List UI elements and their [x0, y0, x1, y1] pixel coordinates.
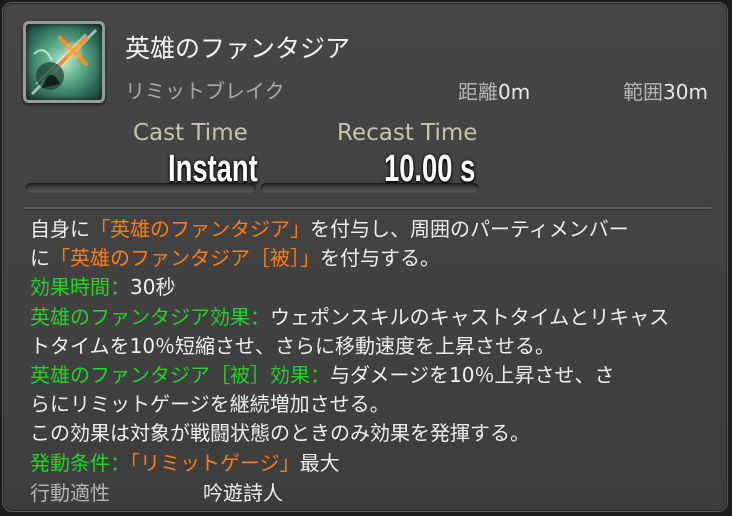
description-line: 効果時間：30秒 [30, 273, 720, 302]
description-line: トタイムを10％短縮させ、さらに移動速度を上昇させる。 [30, 332, 720, 361]
action-tooltip: 英雄のファンタジア リミットブレイク 距離0m 範囲30m Cast Time … [2, 2, 728, 512]
recast-time-bar [261, 183, 479, 193]
action-description: 自身に「英雄のファンタジア」を付与し、周囲のパーティメンバー に「英雄のファンタ… [30, 215, 720, 478]
divider [23, 207, 711, 210]
class-job-label: 行動適性 [30, 481, 110, 505]
recast-time-label: Recast Time [337, 120, 478, 146]
class-job-value: 吟遊詩人 [203, 481, 283, 505]
text: 最大 [299, 450, 340, 475]
text: 自身に [30, 217, 90, 241]
text: 与ダメージを10％上昇させ、さ [330, 362, 615, 387]
action-category: リミットブレイク [125, 79, 285, 103]
description-line: 英雄のファンタジア効果：ウェポンスキルのキャストタイムとリキャス [30, 303, 720, 332]
duration-label: 効果時間： [30, 275, 130, 300]
text: を付与する。 [320, 246, 440, 271]
description-line: 発動条件：「リミットゲージ」最大 [30, 449, 720, 478]
text: この効果は対象が戦闘状態のときのみ効果を発揮する。 [30, 421, 530, 446]
range-value: 0m [498, 80, 531, 104]
radius-stat: 範囲30m [623, 76, 708, 105]
effect-label: 英雄のファンタジア効果： [30, 304, 270, 329]
status-name-highlight: 「英雄のファンタジア［被］」 [50, 246, 320, 271]
range-stat: 距離0m [458, 76, 530, 105]
status-name-highlight: 「英雄のファンタジア」 [90, 217, 310, 241]
text: に [30, 246, 50, 271]
description-line: らにリミットゲージを継続増加させる。 [30, 390, 720, 419]
text: トタイムを10％短縮させ、さらに移動速度を上昇させる。 [30, 333, 556, 358]
text: らにリミットゲージを継続増加させる。 [30, 392, 390, 417]
text: ウェポンスキルのキャストタイムとリキャス [270, 304, 670, 329]
condition-label: 発動条件： [30, 450, 130, 475]
range-label: 距離 [458, 80, 498, 104]
cast-time-bar [26, 183, 256, 193]
radius-label: 範囲 [623, 80, 663, 104]
action-name: 英雄のファンタジア [125, 34, 351, 63]
duration-value: 30秒 [130, 275, 176, 300]
effect-label: 英雄のファンタジア［被］効果： [30, 362, 330, 387]
fantasia-limit-break-icon [23, 21, 105, 103]
text: を付与し、周囲のパーティメンバー [310, 217, 629, 241]
description-line: 自身に「英雄のファンタジア」を付与し、周囲のパーティメンバー [30, 215, 720, 244]
description-line: に「英雄のファンタジア［被］」を付与する。 [30, 244, 720, 273]
description-line: この効果は対象が戦闘状態のときのみ効果を発揮する。 [30, 419, 720, 448]
description-line: 英雄のファンタジア［被］効果：与ダメージを10％上昇させ、さ [30, 361, 720, 390]
gauge-name-highlight: 「リミットゲージ」 [130, 450, 300, 475]
cast-time-label: Cast Time [133, 120, 248, 146]
radius-value: 30m [663, 80, 708, 104]
